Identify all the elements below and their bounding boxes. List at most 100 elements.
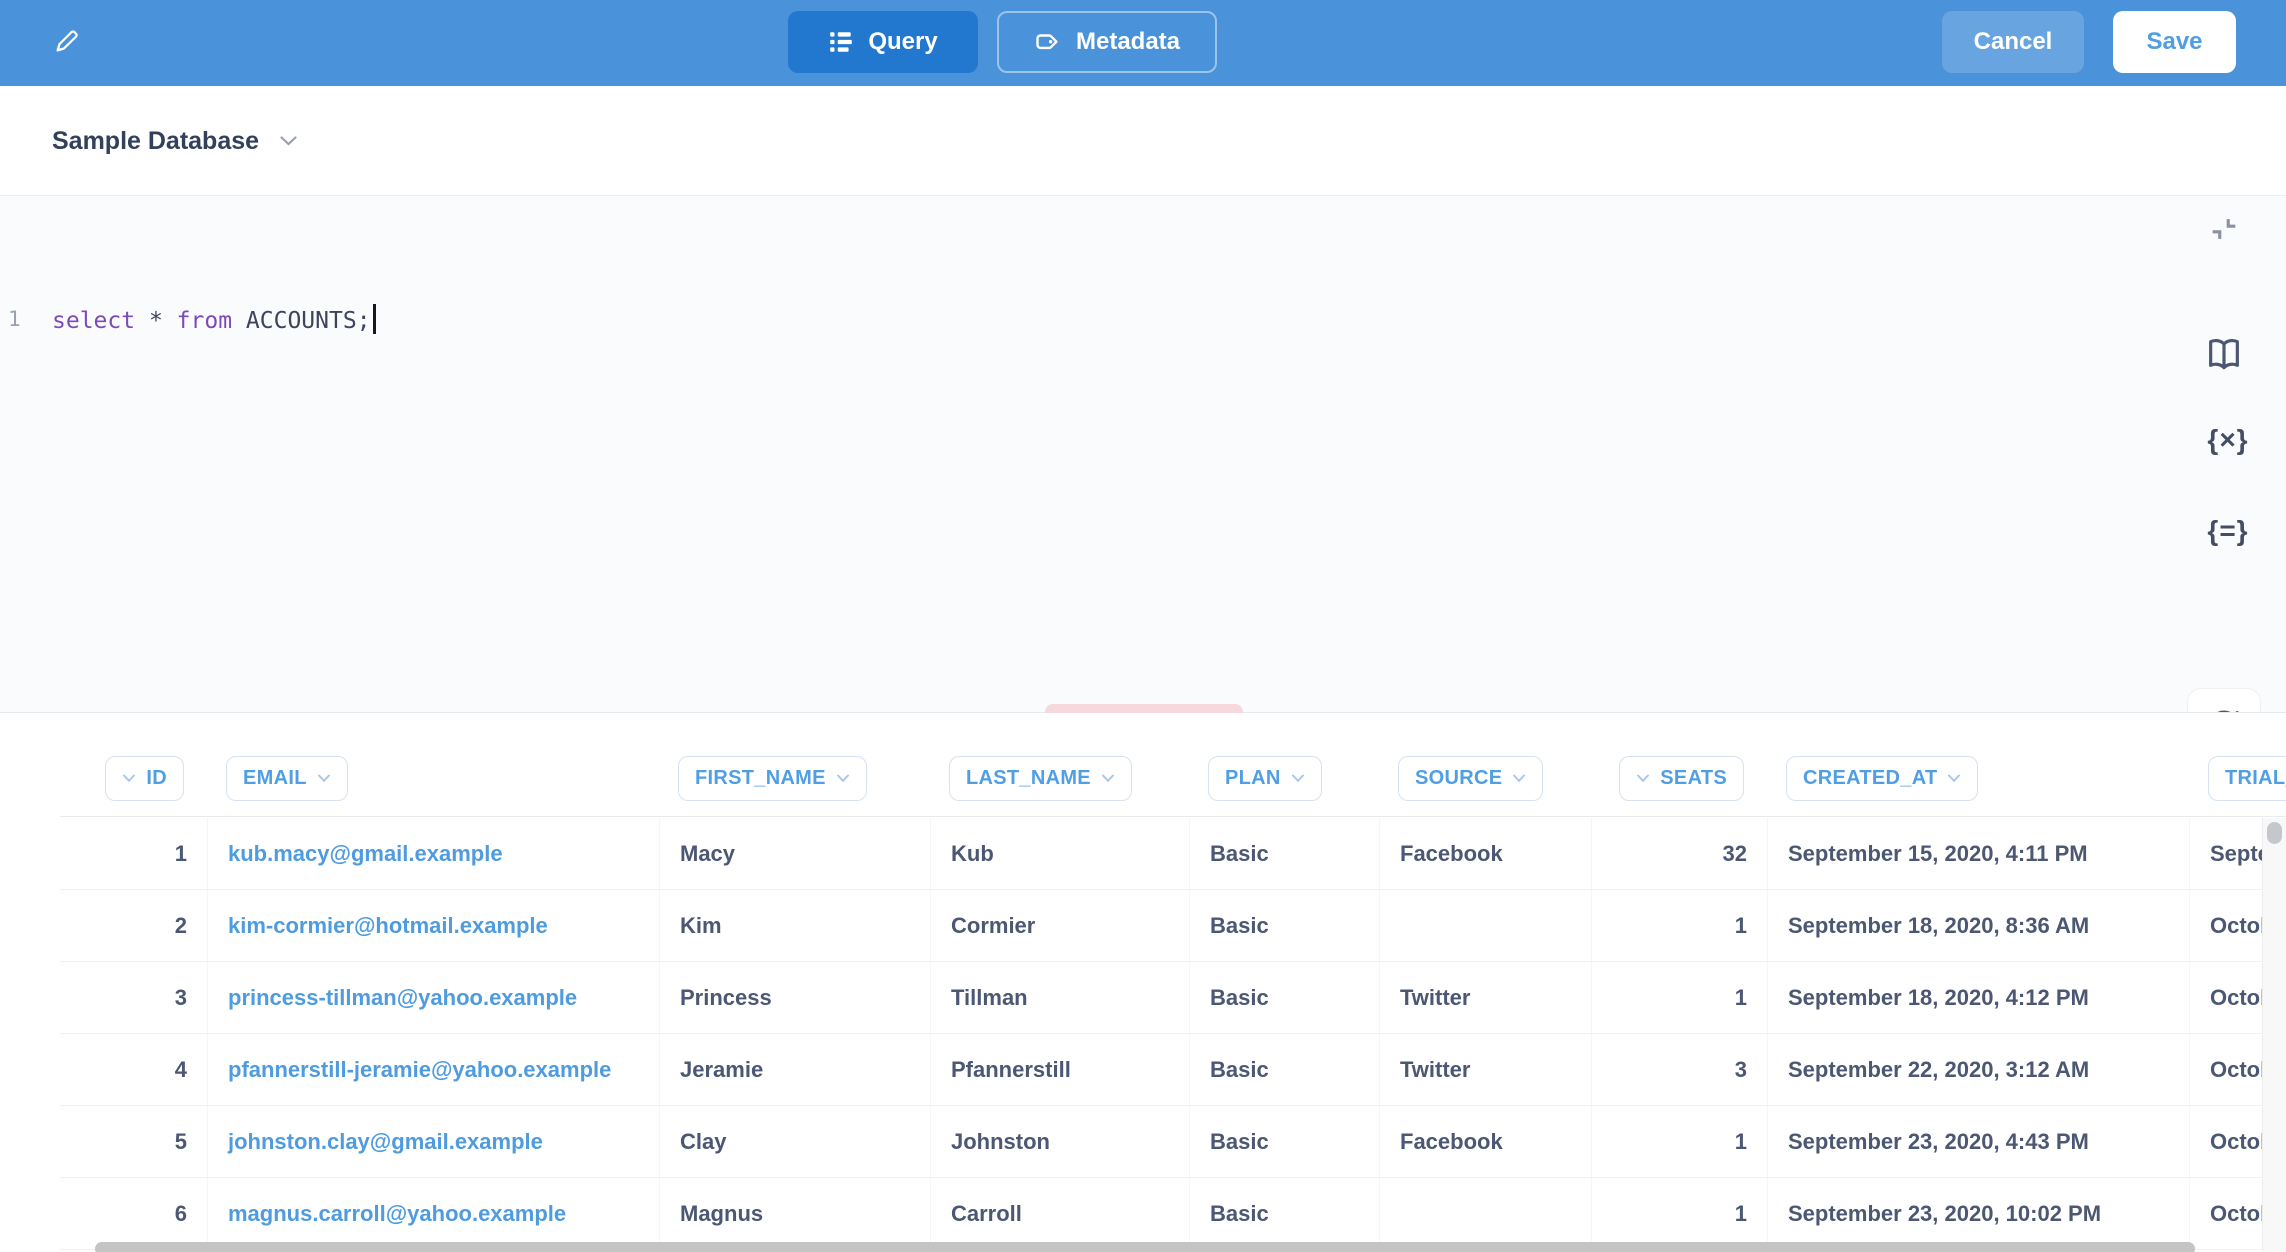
table-cell[interactable]: September 22, 2020, 3:12 AM <box>1768 1034 2190 1105</box>
tab-query-label: Query <box>868 28 937 56</box>
table-cell[interactable]: September 18, 2020, 4:12 PM <box>1768 962 2190 1033</box>
chevron-down-icon <box>317 774 331 783</box>
column-header-id[interactable]: ID <box>105 756 184 801</box>
chevron-down-icon <box>1636 774 1650 783</box>
snippets-button[interactable]: {=} <box>2203 515 2253 547</box>
database-picker[interactable]: Sample Database <box>52 86 298 196</box>
column-header-trial_e[interactable]: TRIAL_E <box>2208 756 2286 801</box>
column-label: TRIAL_E <box>2225 767 2286 790</box>
table-cell[interactable]: Basic <box>1190 1034 1380 1105</box>
table-cell[interactable]: Kub <box>931 818 1190 889</box>
column-header-email[interactable]: EMAIL <box>226 756 348 801</box>
table-cell[interactable]: Johnston <box>931 1106 1190 1177</box>
table-cell[interactable]: kub.macy@gmail.example <box>208 818 660 889</box>
table-cell[interactable]: Facebook <box>1380 1106 1592 1177</box>
table-cell[interactable]: magnus.carroll@yahoo.example <box>208 1178 660 1249</box>
chevron-down-icon <box>836 774 850 783</box>
cancel-button[interactable]: Cancel <box>1942 11 2084 73</box>
column-header-first_name[interactable]: FIRST_NAME <box>678 756 867 801</box>
table-cell[interactable]: Twitter <box>1380 962 1592 1033</box>
table-cell[interactable]: Kim <box>660 890 931 961</box>
table-cell[interactable]: September 23, 2020, 10:02 PM <box>1768 1178 2190 1249</box>
column-header-created_at[interactable]: CREATED_AT <box>1786 756 1978 801</box>
table-cell[interactable]: 32 <box>1592 818 1768 889</box>
table-cell[interactable]: Twitter <box>1380 1034 1592 1105</box>
column-label: ID <box>146 767 167 790</box>
chevron-down-icon <box>1947 774 1961 783</box>
column-header-cell: CREATED_AT <box>1768 740 2190 816</box>
column-header-cell: ID <box>60 740 208 816</box>
table-cell[interactable]: Cormier <box>931 890 1190 961</box>
table-row: 5johnston.clay@gmail.exampleClayJohnston… <box>60 1106 2286 1178</box>
column-header-last_name[interactable]: LAST_NAME <box>949 756 1132 801</box>
chevron-down-icon <box>279 135 298 147</box>
table-cell[interactable]: 1 <box>1592 890 1768 961</box>
table-cell[interactable]: 1 <box>60 818 208 889</box>
table-cell[interactable]: 2 <box>60 890 208 961</box>
table-cell[interactable]: 1 <box>1592 1178 1768 1249</box>
data-reference-button[interactable] <box>2204 334 2244 377</box>
sql-code[interactable]: select * from ACCOUNTS; <box>52 304 376 338</box>
tab-metadata-label: Metadata <box>1076 28 1180 56</box>
table-cell[interactable]: Macy <box>660 818 931 889</box>
database-name: Sample Database <box>52 127 259 156</box>
table-cell[interactable]: Basic <box>1190 1106 1380 1177</box>
line-number-gutter: 1 <box>8 307 21 331</box>
table-cell[interactable]: Clay <box>660 1106 931 1177</box>
table-cell[interactable]: 6 <box>60 1178 208 1249</box>
table-cell[interactable]: Basic <box>1190 962 1380 1033</box>
table-cell[interactable]: Basic <box>1190 890 1380 961</box>
column-label: EMAIL <box>243 767 307 790</box>
table-cell[interactable]: pfannerstill-jeramie@yahoo.example <box>208 1034 660 1105</box>
table-cell[interactable]: 3 <box>1592 1034 1768 1105</box>
save-button[interactable]: Save <box>2113 11 2236 73</box>
table-cell[interactable]: princess-tillman@yahoo.example <box>208 962 660 1033</box>
column-header-plan[interactable]: PLAN <box>1208 756 1322 801</box>
table-cell[interactable]: Princess <box>660 962 931 1033</box>
variables-button[interactable]: {×} <box>2203 424 2253 456</box>
column-header-cell: FIRST_NAME <box>660 740 931 816</box>
column-header-cell: SEATS <box>1592 740 1768 816</box>
database-picker-row: Sample Database <box>0 86 2286 196</box>
column-label: SEATS <box>1660 767 1727 790</box>
collapse-editor-button[interactable] <box>2202 208 2246 252</box>
table-cell[interactable]: Carroll <box>931 1178 1190 1249</box>
table-cell[interactable]: 3 <box>60 962 208 1033</box>
table-cell[interactable]: 1 <box>1592 1106 1768 1177</box>
table-cell[interactable]: 5 <box>60 1106 208 1177</box>
metabase-native-query-editor: Query Metadata Cancel Save Sample Databa… <box>0 0 2286 1252</box>
table-cell[interactable]: johnston.clay@gmail.example <box>208 1106 660 1177</box>
table-cell[interactable]: Jeramie <box>660 1034 931 1105</box>
book-icon <box>2204 334 2244 374</box>
vertical-scrollbar[interactable] <box>2262 818 2286 1252</box>
table-cell[interactable]: Magnus <box>660 1178 931 1249</box>
tab-query[interactable]: Query <box>788 11 978 73</box>
column-header-cell: TRIAL_E <box>2190 740 2286 816</box>
column-header-source[interactable]: SOURCE <box>1398 756 1543 801</box>
chevron-down-icon <box>122 774 136 783</box>
snippets-icon: {=} <box>2207 515 2248 546</box>
table-cell[interactable] <box>1380 1178 1592 1249</box>
column-header-seats[interactable]: SEATS <box>1619 756 1744 801</box>
table-row: 6magnus.carroll@yahoo.exampleMagnusCarro… <box>60 1178 2286 1250</box>
table-cell[interactable]: Tillman <box>931 962 1190 1033</box>
vertical-scrollbar-thumb[interactable] <box>2267 822 2282 844</box>
tab-metadata[interactable]: Metadata <box>997 11 1217 73</box>
horizontal-scrollbar-thumb[interactable] <box>95 1242 2195 1252</box>
chevron-down-icon <box>1512 774 1526 783</box>
table-cell[interactable]: Pfannerstill <box>931 1034 1190 1105</box>
table-cell[interactable] <box>1380 890 1592 961</box>
sql-editor-section: Sample Database 1 select * from ACCOUNTS… <box>0 86 2286 713</box>
table-cell[interactable]: kim-cormier@hotmail.example <box>208 890 660 961</box>
table-cell[interactable]: 1 <box>1592 962 1768 1033</box>
table-cell[interactable]: Basic <box>1190 818 1380 889</box>
column-header-cell: PLAN <box>1190 740 1380 816</box>
table-cell[interactable]: Facebook <box>1380 818 1592 889</box>
table-cell[interactable]: 4 <box>60 1034 208 1105</box>
table-cell[interactable]: September 15, 2020, 4:11 PM <box>1768 818 2190 889</box>
table-cell[interactable]: September 23, 2020, 4:43 PM <box>1768 1106 2190 1177</box>
column-label: CREATED_AT <box>1803 767 1937 790</box>
table-cell[interactable]: September 18, 2020, 8:36 AM <box>1768 890 2190 961</box>
table-cell[interactable]: Basic <box>1190 1178 1380 1249</box>
column-header-cell: LAST_NAME <box>931 740 1190 816</box>
